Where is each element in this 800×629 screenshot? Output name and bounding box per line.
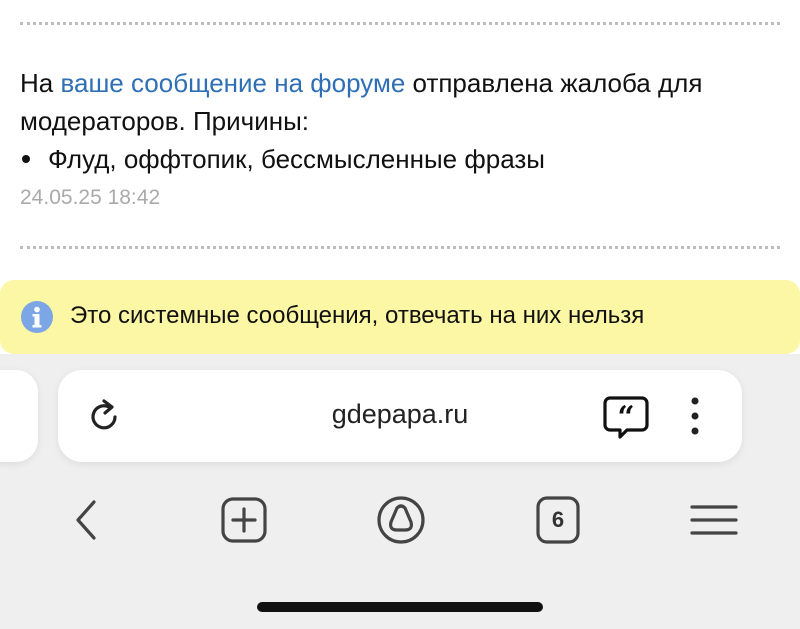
alice-icon[interactable] bbox=[373, 492, 429, 548]
reason-item: Флуд, оффтопик, бессмысленные фразы bbox=[20, 140, 780, 178]
divider-bottom bbox=[20, 246, 780, 249]
tabs-icon bbox=[536, 496, 580, 544]
system-notice-text: Это системные сообщения, отвечать на них… bbox=[70, 302, 645, 329]
reasons-list: Флуд, оффтопик, бессмысленные фразы bbox=[20, 140, 780, 178]
quote-bubble-icon[interactable]: “ bbox=[602, 394, 650, 440]
forum-message-link[interactable]: ваше сообщение на форуме bbox=[60, 68, 405, 98]
more-vertical-icon[interactable] bbox=[680, 394, 710, 438]
reload-icon[interactable] bbox=[84, 396, 124, 436]
address-bar[interactable]: gdepapa.ru “ bbox=[58, 370, 742, 462]
new-tab-icon[interactable] bbox=[216, 492, 272, 548]
system-notice: Это системные сообщения, отвечать на них… bbox=[0, 280, 800, 354]
notification-text: На ваше сообщение на форуме отправлена ж… bbox=[20, 64, 780, 140]
notification-prefix: На bbox=[20, 68, 61, 98]
previous-tab-card[interactable] bbox=[0, 370, 38, 462]
back-icon[interactable] bbox=[58, 492, 114, 548]
divider-top bbox=[20, 22, 780, 25]
tabs-button[interactable]: 6 bbox=[530, 492, 586, 548]
home-indicator bbox=[257, 602, 543, 612]
browser-toolbar: gdepapa.ru “ 6 bbox=[0, 354, 800, 629]
notification-message: На ваше сообщение на форуме отправлена ж… bbox=[20, 64, 780, 178]
menu-icon[interactable] bbox=[686, 492, 742, 548]
info-icon bbox=[21, 301, 53, 333]
svg-text:“: “ bbox=[617, 400, 634, 435]
notification-timestamp: 24.05.25 18:42 bbox=[20, 186, 161, 209]
